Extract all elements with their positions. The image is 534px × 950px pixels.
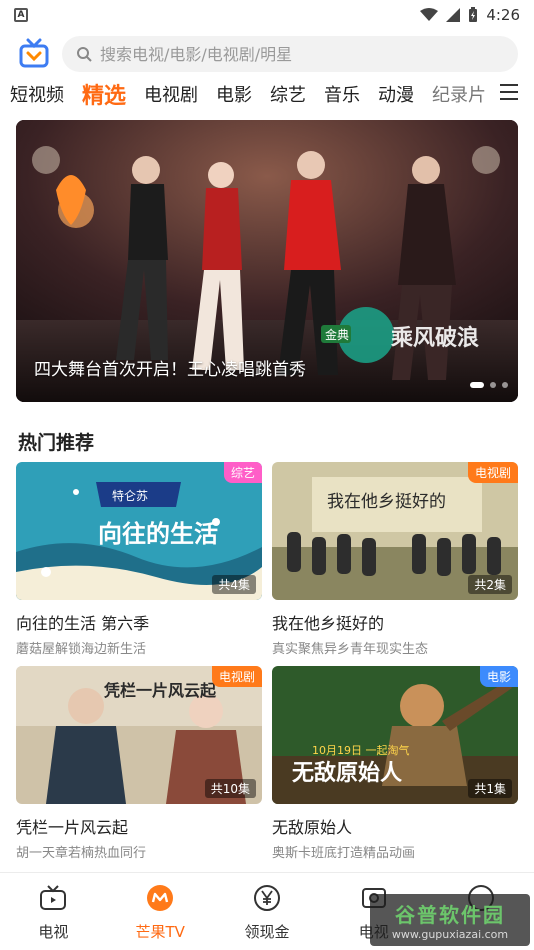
card-subtitle: 奥斯卡班底打造精品动画 [272, 846, 416, 861]
nav-cash[interactable]: 领现金 [214, 873, 321, 950]
wifi-icon [420, 8, 439, 21]
card-variety-show[interactable]: 特仑苏 向往的生活 综艺 共4集 向往的生活 第六季 蘑菇屋解锁海边新生活 [16, 462, 262, 657]
episode-count: 共4集 [212, 575, 256, 594]
card-title[interactable]: 无敌原始人 [272, 814, 518, 838]
tab-movies[interactable]: 电影 [216, 81, 252, 107]
card-title[interactable]: 凭栏一片风云起 [16, 814, 262, 838]
nav-mango-tv[interactable]: 芒果TV [107, 873, 214, 950]
card-art-sub: 特仑苏 [112, 488, 148, 503]
card-title[interactable]: 我在他乡挺好的 [272, 610, 518, 634]
clock: 4:26 [486, 6, 520, 24]
watermark: 谷普软件园 www.gupuxiazai.com [370, 894, 530, 946]
card-thumbnail[interactable]: 凭栏一片风云起 电视剧 共10集 [16, 666, 262, 804]
tab-variety[interactable]: 综艺 [270, 81, 306, 107]
episode-count: 共1集 [468, 779, 512, 798]
card-title[interactable]: 向往的生活 第六季 [16, 610, 262, 634]
signal-icon [446, 8, 461, 22]
card-thumbnail[interactable]: 10月19日 一起淘气 无敌原始人 电影 共1集 [272, 666, 518, 804]
notification-a-icon: A [14, 8, 28, 22]
episode-count: 共10集 [204, 779, 256, 798]
card-thumbnail[interactable]: 我在他乡挺好的 电视剧 共2集 [272, 462, 518, 600]
search-row [0, 32, 534, 76]
card-art-title: 向往的生活 [98, 520, 218, 548]
section-title: 热门推荐 [18, 432, 95, 454]
search-box[interactable] [62, 36, 518, 72]
banner-logo-tag: 金典 [325, 327, 349, 342]
battery-icon [469, 7, 478, 22]
card-tv-series[interactable]: 凭栏一片风云起 电视剧 共10集 凭栏一片风云起 胡一天章若楠热血同行 [16, 666, 262, 861]
tab-documentary[interactable]: 纪录片 [432, 81, 487, 107]
carousel-dot[interactable] [502, 382, 508, 388]
yen-icon [253, 885, 280, 911]
category-badge: 电视剧 [467, 462, 518, 483]
tab-anime[interactable]: 动漫 [378, 81, 414, 107]
tab-music[interactable]: 音乐 [324, 81, 360, 107]
carousel-dots [470, 382, 508, 388]
card-subtitle: 胡一天章若楠热血同行 [16, 846, 147, 861]
category-badge: 综艺 [223, 462, 262, 483]
status-bar: A 4:26 [0, 0, 534, 30]
nav-label: 芒果TV [135, 923, 185, 941]
carousel-dot[interactable] [490, 382, 496, 388]
card-art-title: 我在他乡挺好的 [327, 492, 446, 512]
nav-label: 领现金 [244, 923, 290, 941]
search-input[interactable] [100, 44, 504, 64]
watermark-url: www.gupuxiazai.com [391, 928, 509, 941]
tab-tv-series[interactable]: 电视剧 [144, 81, 198, 107]
tv-icon [40, 885, 67, 910]
nav-label: 电视 [38, 923, 69, 941]
mango-icon [147, 885, 174, 911]
carousel-dot-active[interactable] [470, 382, 484, 388]
tab-short-video[interactable]: 短视频 [10, 81, 64, 107]
card-tv-series[interactable]: 我在他乡挺好的 电视剧 共2集 我在他乡挺好的 真实聚焦异乡青年现实生态 [272, 462, 518, 657]
watermark-title: 谷普软件园 [395, 903, 505, 927]
card-thumbnail[interactable]: 特仑苏 向往的生活 综艺 共4集 [16, 462, 262, 600]
category-tabs: 短视频 精选 电视剧 电影 综艺 音乐 动漫 纪录片 [0, 76, 534, 112]
banner-logo-text: 乘风破浪 [390, 325, 479, 351]
card-movie[interactable]: 10月19日 一起淘气 无敌原始人 电影 共1集 无敌原始人 奥斯卡班底打造精品… [272, 666, 518, 861]
card-art-title: 无敌原始人 [292, 760, 402, 786]
menu-icon[interactable] [500, 84, 518, 100]
hero-banner[interactable]: 金典 乘风破浪 四大舞台首次开启！王心凌唱跳首秀 [16, 120, 518, 402]
mango-tv-logo-icon[interactable] [18, 38, 50, 70]
card-subtitle: 蘑菇屋解锁海边新生活 [16, 642, 147, 657]
card-subtitle: 真实聚焦异乡青年现实生态 [272, 642, 429, 657]
card-art-date: 10月19日 一起淘气 [312, 743, 410, 757]
nav-tv[interactable]: 电视 [0, 873, 107, 950]
banner-caption: 四大舞台首次开启！王心凌唱跳首秀 [34, 360, 306, 380]
episode-count: 共2集 [468, 575, 512, 594]
category-badge: 电影 [479, 666, 518, 687]
search-icon [77, 47, 92, 62]
tab-featured[interactable]: 精选 [82, 78, 126, 110]
category-badge: 电视剧 [211, 666, 262, 687]
card-art-title: 凭栏一片风云起 [103, 681, 217, 700]
